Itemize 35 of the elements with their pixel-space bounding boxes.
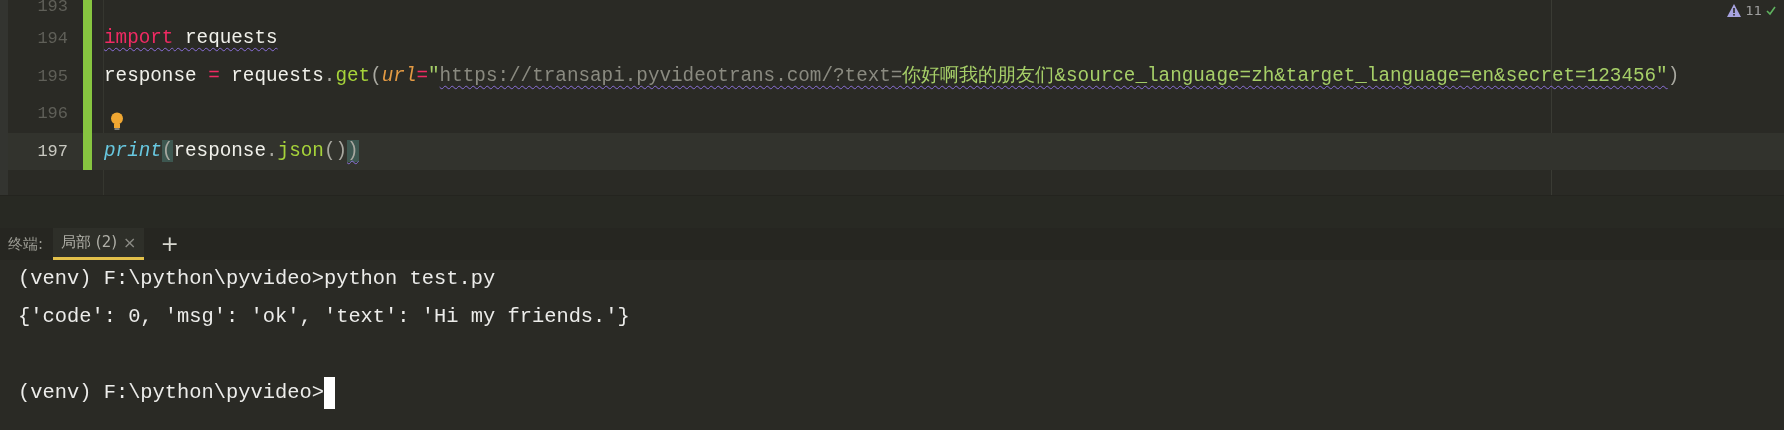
warning-count: 11 <box>1745 2 1762 20</box>
code-token: ) <box>347 139 359 162</box>
terminal-prompt: (venv) F:\python\pyvideo> <box>18 379 324 406</box>
terminal-output: {'code': 0, 'msg': 'ok', 'text': 'Hi my friends.'} <box>18 303 630 330</box>
code-token: . <box>266 139 278 162</box>
new-tab-button[interactable]: + <box>154 228 185 260</box>
change-marker[interactable] <box>83 132 92 170</box>
code-token: = <box>416 64 429 87</box>
code-token: print <box>104 139 162 162</box>
code-token: 你好啊我的朋友们&source_language=zh&target_language=en&secret=123456" <box>902 64 1668 87</box>
code-token: response <box>173 139 266 162</box>
check-icon[interactable] <box>1766 5 1776 16</box>
terminal-tab[interactable]: 局部 (2) × <box>53 228 145 260</box>
close-icon[interactable]: × <box>123 230 137 255</box>
code-token: " <box>428 64 440 87</box>
code-token: ( <box>370 64 382 87</box>
terminal-output: (venv) F:\python\pyvideo>python test.py <box>18 265 496 292</box>
code-token: get <box>335 64 371 87</box>
code-token: ) <box>1667 64 1680 87</box>
code-token: () <box>323 139 348 162</box>
code-token: = <box>208 64 220 87</box>
code-token: requests <box>230 64 324 87</box>
code-token: import <box>104 27 174 50</box>
code-token: requests <box>184 27 278 50</box>
terminal-label: 终端: <box>8 233 44 255</box>
code-token: json <box>277 139 324 162</box>
line-number: 197 <box>36 140 68 163</box>
code-token: url <box>381 64 417 87</box>
change-marker[interactable] <box>83 0 92 20</box>
code-token: https://transapi.pyvideotrans.com/?text= <box>439 64 903 87</box>
code-token: response <box>104 64 198 87</box>
code-token: . <box>323 64 336 87</box>
code-token: ( <box>161 139 174 162</box>
lightbulb-icon[interactable] <box>110 111 124 130</box>
warning-icon[interactable] <box>1727 4 1742 18</box>
